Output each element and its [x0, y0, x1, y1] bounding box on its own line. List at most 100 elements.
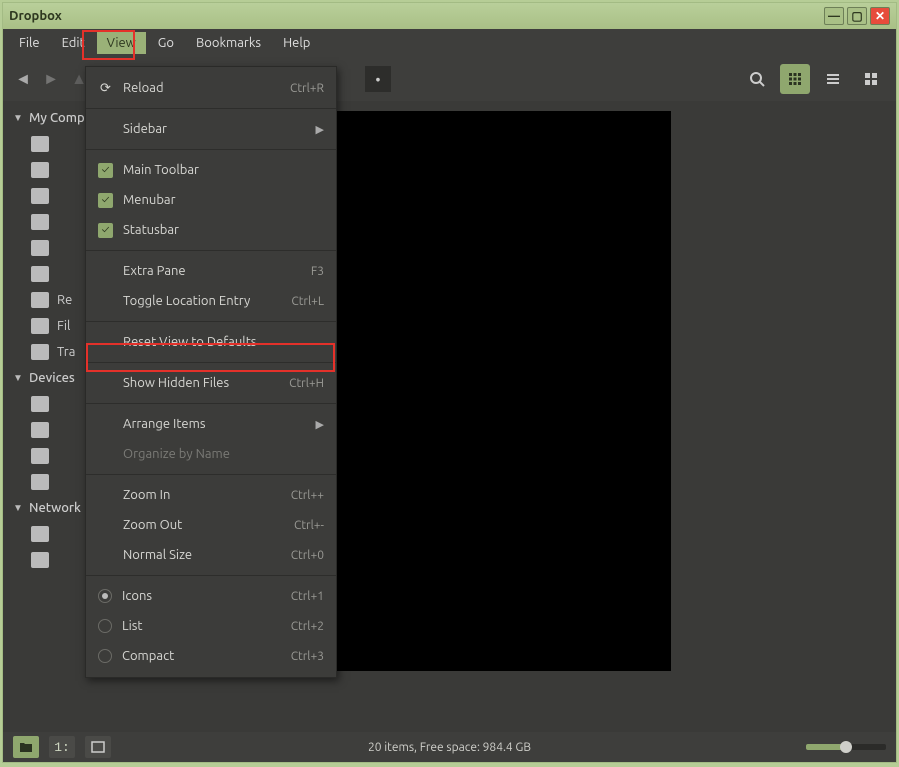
menu-item-menubar[interactable]: ✓ Menubar: [86, 185, 336, 215]
menu-item-label: Show Hidden Files: [123, 376, 229, 390]
accelerator: Ctrl+2: [291, 620, 324, 633]
menu-item-label: Compact: [122, 649, 174, 663]
view-grid-icon[interactable]: [780, 64, 810, 94]
toggle-terminal-button[interactable]: [85, 736, 111, 758]
menu-separator: [86, 108, 336, 109]
radio-icon: [98, 619, 112, 633]
folder-icon: [31, 240, 49, 256]
menu-item-reload[interactable]: ⟳ReloadCtrl+R: [86, 73, 336, 103]
menu-item-toggle-location-entry[interactable]: Toggle Location EntryCtrl+L: [86, 286, 336, 316]
menu-item-organize-by-name: Organize by Name: [86, 439, 336, 469]
menu-separator: [86, 403, 336, 404]
menu-separator: [86, 474, 336, 475]
folder-icon: [31, 344, 49, 360]
menu-view[interactable]: View: [97, 32, 146, 54]
menu-go[interactable]: Go: [148, 32, 184, 54]
menu-item-label: Menubar: [123, 193, 176, 207]
folder-icon: [31, 136, 49, 152]
path-segment[interactable]: •: [365, 66, 391, 92]
menu-item-show-hidden-files[interactable]: Show Hidden Files Ctrl+H: [86, 368, 336, 398]
folder-icon: [31, 318, 49, 334]
chevron-down-icon: ▼: [13, 112, 23, 124]
folder-icon: [31, 448, 49, 464]
menu-file[interactable]: File: [9, 32, 50, 54]
window-title: Dropbox: [9, 9, 62, 23]
submenu-arrow-icon: ▶: [316, 123, 324, 136]
view-menu-dropdown: ⟳ReloadCtrl+R Sidebar ▶ ✓ Main Toolbar ✓ Menub…: [85, 66, 337, 678]
menu-item-sidebar[interactable]: Sidebar ▶: [86, 114, 336, 144]
show-places-button[interactable]: [13, 736, 39, 758]
radio-icon: [98, 649, 112, 663]
menu-item-label: Zoom In: [123, 488, 170, 502]
menu-separator: [86, 321, 336, 322]
folder-icon: [31, 188, 49, 204]
status-text: 20 items, Free space: 984.4 GB: [368, 741, 531, 754]
menu-item-label: Main Toolbar: [123, 163, 199, 177]
item-label: Tra: [57, 345, 75, 359]
menu-item-reset-view-to-defaults[interactable]: Reset View to Defaults: [86, 327, 336, 357]
menu-item-label: Reset View to Defaults: [123, 335, 256, 349]
accelerator: Ctrl+R: [290, 82, 324, 95]
accelerator: Ctrl+-: [294, 519, 324, 532]
checkbox-icon: ✓: [98, 163, 113, 178]
folder-icon: [31, 162, 49, 178]
menu-separator: [86, 149, 336, 150]
menu-item-zoom-out[interactable]: Zoom Out Ctrl+-: [86, 510, 336, 540]
checkbox-icon: ✓: [98, 223, 113, 238]
minimize-button[interactable]: —: [824, 7, 844, 25]
menu-item-list[interactable]: List Ctrl+2: [86, 611, 336, 641]
menu-item-label: Arrange Items: [123, 417, 205, 431]
menu-item-normal-size[interactable]: Normal SizeCtrl+0: [86, 540, 336, 570]
accelerator: Ctrl+1: [291, 590, 324, 603]
checkbox-icon: ✓: [98, 193, 113, 208]
accelerator: Ctrl+L: [291, 295, 324, 308]
reload-icon: ⟳: [98, 81, 113, 96]
view-list-icon[interactable]: [818, 64, 848, 94]
menu-item-label: Zoom Out: [123, 518, 182, 532]
item-label: Fil: [57, 319, 70, 333]
radio-icon: [98, 589, 112, 603]
accelerator: Ctrl++: [291, 489, 324, 502]
menu-item-label: List: [122, 619, 143, 633]
back-button[interactable]: ◄: [13, 69, 33, 89]
folder-icon: [31, 474, 49, 490]
folder-icon: [31, 422, 49, 438]
close-button[interactable]: ✕: [870, 7, 890, 25]
menu-item-label: Sidebar: [123, 122, 167, 136]
menu-bookmarks[interactable]: Bookmarks: [186, 32, 271, 54]
chevron-down-icon: ▼: [13, 502, 23, 514]
menu-item-arrange-items[interactable]: Arrange Items ▶: [86, 409, 336, 439]
menu-item-label: Extra Pane: [123, 264, 186, 278]
menu-edit[interactable]: Edit: [52, 32, 95, 54]
menu-item-main-toolbar[interactable]: ✓ Main Toolbar: [86, 155, 336, 185]
titlebar: Dropbox — ▢ ✕: [3, 3, 896, 29]
folder-icon: [31, 266, 49, 282]
zoom-slider[interactable]: [806, 744, 886, 750]
maximize-button[interactable]: ▢: [847, 7, 867, 25]
menu-help[interactable]: Help: [273, 32, 320, 54]
accelerator: F3: [311, 265, 324, 278]
menu-item-label: Icons: [122, 589, 152, 603]
forward-button[interactable]: ►: [41, 69, 61, 89]
menu-item-compact[interactable]: Compact Ctrl+3: [86, 641, 336, 671]
accelerator: Ctrl+3: [291, 650, 324, 663]
menu-item-label: Organize by Name: [123, 447, 230, 461]
accelerator: Ctrl+H: [289, 377, 324, 390]
menu-item-icons[interactable]: Icons Ctrl+1: [86, 581, 336, 611]
accelerator: Ctrl+0: [291, 549, 324, 562]
folder-icon: [31, 292, 49, 308]
search-icon[interactable]: [742, 64, 772, 94]
menu-item-zoom-in[interactable]: Zoom In Ctrl++: [86, 480, 336, 510]
menu-item-extra-pane[interactable]: Extra Pane F3: [86, 256, 336, 286]
show-tree-button[interactable]: 1:: [49, 736, 75, 758]
menu-separator: [86, 575, 336, 576]
submenu-arrow-icon: ▶: [316, 418, 324, 431]
menu-item-statusbar[interactable]: ✓ Statusbar: [86, 215, 336, 245]
view-compact-icon[interactable]: [856, 64, 886, 94]
menu-separator: [86, 250, 336, 251]
statusbar: 1: 20 items, Free space: 984.4 GB: [3, 732, 896, 762]
chevron-down-icon: ▼: [13, 372, 23, 384]
menu-item-label: Statusbar: [123, 223, 179, 237]
folder-icon: [31, 396, 49, 412]
section-label: Devices: [29, 371, 75, 385]
